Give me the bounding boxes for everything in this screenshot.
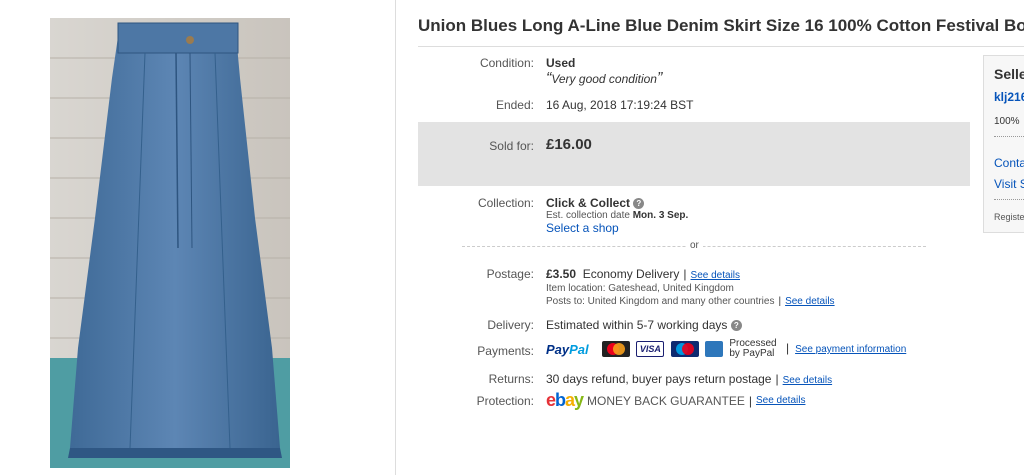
- ebay-logo-b: b: [555, 390, 566, 410]
- seller-divider: [994, 199, 1024, 200]
- returns-see-details-link[interactable]: See details: [783, 375, 832, 386]
- condition-note: “Very good condition”: [546, 70, 663, 87]
- posts-to-see-details-link[interactable]: See details: [785, 296, 834, 307]
- title-divider: [418, 46, 1024, 47]
- select-shop-link[interactable]: Select a shop: [546, 221, 619, 235]
- amex-icon: [705, 341, 724, 357]
- image-panel: [0, 0, 396, 475]
- postage-label: Postage:: [486, 267, 534, 281]
- denim-skirt-image: [50, 18, 290, 468]
- collection-estimate: Est. collection date Mon. 3 Sep.: [546, 210, 688, 221]
- payment-methods: PayPal VISA Processed by PayPal | See paym…: [546, 338, 907, 359]
- payments-label: Payments:: [477, 344, 534, 358]
- collection-label: Collection:: [477, 196, 534, 210]
- ebay-logo-a: a: [565, 390, 575, 410]
- visit-shop-link[interactable]: Visit S: [994, 177, 1024, 191]
- money-back-guarantee: MONEY BACK GUARANTEE: [587, 393, 745, 408]
- condition-label: Condition:: [479, 56, 534, 70]
- seller-heading: Selle: [994, 66, 1024, 82]
- collection-est-prefix: Est. collection date: [546, 210, 630, 221]
- ebay-logo: ebay: [546, 390, 584, 410]
- delivery-value: Estimated within 5-7 working days ?: [546, 318, 742, 332]
- contact-seller-link[interactable]: Conta: [994, 156, 1024, 170]
- ended-label: Ended:: [495, 98, 534, 112]
- paypal-logo: PayPal: [546, 342, 589, 357]
- product-photo[interactable]: [50, 18, 290, 468]
- processed-by-paypal: Processed by PayPal: [729, 339, 776, 359]
- collection-est-date: Mon. 3 Sep.: [632, 210, 689, 221]
- sold-for-label: Sold for:: [489, 139, 534, 153]
- item-location: Item location: Gateshead, United Kingdom: [546, 283, 734, 294]
- visa-icon: VISA: [636, 341, 665, 357]
- listing-title: Union Blues Long A-Line Blue Denim Skirt…: [418, 16, 1024, 35]
- or-text: or: [686, 240, 703, 251]
- seller-registered: Registe: [994, 212, 1024, 222]
- returns-text: 30 days refund, buyer pays return postag…: [546, 372, 772, 386]
- ebay-logo-e: e: [546, 390, 556, 410]
- paypal-logo-part2: Pal: [569, 341, 589, 357]
- postage-price: £3.50: [546, 267, 577, 281]
- processed-line2: by PayPal: [729, 348, 775, 359]
- seller-feedback: 100%: [994, 116, 1020, 127]
- postage-see-details-link[interactable]: See details: [691, 270, 740, 281]
- ended-value: 16 Aug, 2018 17:19:24 BST: [546, 98, 694, 112]
- posts-to-text: Posts to: United Kingdom and many other …: [546, 296, 775, 307]
- delivery-text: Estimated within 5-7 working days: [546, 318, 728, 332]
- posts-to: Posts to: United Kingdom and many other …: [546, 296, 835, 307]
- seller-divider: [994, 136, 1024, 137]
- paypal-logo-part1: Pay: [546, 341, 570, 357]
- condition-value: Used: [546, 56, 576, 70]
- postage-service: Economy Delivery: [582, 267, 680, 281]
- protection-see-details-link[interactable]: See details: [756, 395, 805, 406]
- postage-value: £3.50 Economy Delivery | See details: [546, 267, 741, 281]
- ebay-logo-y: y: [574, 390, 584, 410]
- maestro-icon: [670, 341, 699, 357]
- seller-info-card: Selle klj216 100% Conta Visit S Registe: [983, 55, 1024, 233]
- collection-value: Click & Collect ?: [546, 196, 645, 210]
- sold-price: £16.00: [546, 136, 592, 153]
- help-icon[interactable]: ?: [730, 320, 742, 332]
- sold-for-box: [418, 122, 970, 186]
- help-icon[interactable]: ?: [633, 198, 645, 210]
- protection-label: Protection:: [476, 394, 534, 408]
- protection-value: ebay MONEY BACK GUARANTEE | See details: [546, 390, 806, 410]
- delivery-label: Delivery:: [487, 318, 534, 332]
- returns-value: 30 days refund, buyer pays return postag…: [546, 372, 833, 386]
- seller-name-link[interactable]: klj216: [994, 90, 1024, 104]
- returns-label: Returns:: [488, 372, 534, 386]
- click-collect-text: Click & Collect: [546, 196, 631, 210]
- mastercard-icon: [602, 341, 630, 357]
- see-payment-information-link[interactable]: See payment information: [795, 344, 906, 355]
- condition-note-text: Very good condition: [551, 72, 657, 86]
